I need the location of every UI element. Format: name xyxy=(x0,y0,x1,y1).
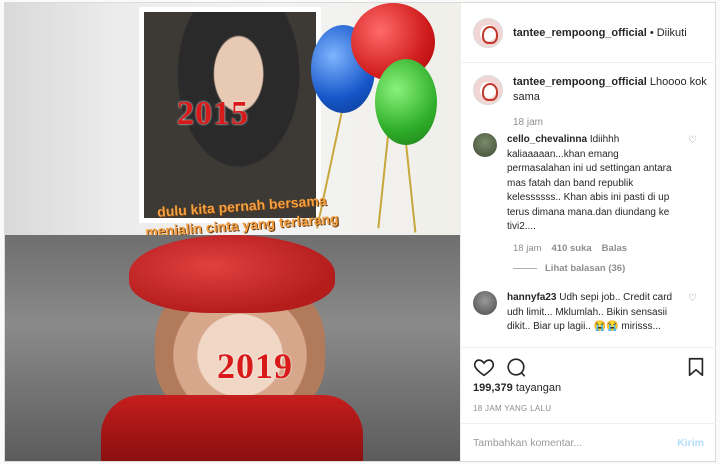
views-label: tayangan xyxy=(515,382,562,394)
post-header: tantee_rempoong_official • Diikuti xyxy=(461,3,716,63)
comment-meta: 18 jam 410 suka Balas xyxy=(513,243,627,254)
comments-list[interactable]: tantee_rempoong_official Lhoooo kok sama… xyxy=(461,63,716,347)
comment-text-block: hannyfa23 Udh sepi job.. Credit card udh… xyxy=(507,291,683,335)
header-username[interactable]: tantee_rempoong_official xyxy=(513,27,647,39)
avatar[interactable] xyxy=(473,133,497,157)
comment-item: cello_chevalinna Idiihhh kaliaaaaan...kh… xyxy=(473,133,711,235)
comment-input[interactable] xyxy=(473,436,653,449)
like-heart-icon[interactable]: ♡ xyxy=(688,135,697,146)
green-balloon xyxy=(375,59,437,145)
photo-2019: 2019 xyxy=(5,235,460,461)
divider-line xyxy=(513,268,537,269)
avatar[interactable] xyxy=(473,291,497,315)
views-count[interactable]: 199,379 tayangan xyxy=(473,382,561,394)
comment-time: 18 jam xyxy=(513,243,542,254)
caption: tantee_rempoong_official Lhoooo kok sama xyxy=(473,75,708,105)
post-comment-button[interactable]: Kirim xyxy=(677,437,704,449)
post-actions: 199,379 tayangan 18 JAM YANG LALU xyxy=(461,347,716,423)
post-side-panel: tantee_rempoong_official • Diikuti tante… xyxy=(460,3,716,461)
photo-2015: 2015 dulu kita pernah bersama menjalin c… xyxy=(5,3,460,240)
heart-icon[interactable] xyxy=(473,356,495,378)
views-number: 199,379 xyxy=(473,382,513,394)
year-label-2019: 2019 xyxy=(217,346,293,386)
comment-username[interactable]: cello_chevalinna xyxy=(507,134,587,145)
avatar[interactable] xyxy=(473,75,503,105)
view-replies-label: Lihat balasan (36) xyxy=(545,263,626,274)
balloon-string xyxy=(405,142,417,233)
comment-text-block: cello_chevalinna Idiihhh kaliaaaaan...kh… xyxy=(507,133,683,235)
year-label-2015: 2015 xyxy=(177,95,249,132)
like-heart-icon[interactable]: ♡ xyxy=(688,293,697,304)
separator-dot: • xyxy=(649,26,654,39)
bookmark-icon[interactable] xyxy=(685,356,707,378)
reply-button[interactable]: Balas xyxy=(602,243,627,254)
view-replies-button[interactable]: Lihat balasan (36) xyxy=(513,263,625,274)
comment-icon[interactable] xyxy=(505,356,527,378)
following-button[interactable]: Diikuti xyxy=(657,27,687,39)
avatar[interactable] xyxy=(473,17,503,48)
comment-likes[interactable]: 410 suka xyxy=(552,243,592,254)
comment-item: hannyfa23 Udh sepi job.. Credit card udh… xyxy=(473,291,711,335)
caption-username[interactable]: tantee_rempoong_official xyxy=(513,76,647,88)
post-dialog: 2015 dulu kita pernah bersama menjalin c… xyxy=(4,2,716,462)
post-time: 18 JAM YANG LALU xyxy=(473,404,552,413)
caption-time: 18 jam xyxy=(513,117,544,128)
red-sweater xyxy=(101,395,363,461)
comment-username[interactable]: hannyfa23 xyxy=(507,292,556,303)
post-media[interactable]: 2015 dulu kita pernah bersama menjalin c… xyxy=(5,3,460,461)
add-comment-bar: Kirim xyxy=(461,423,716,461)
red-beret xyxy=(129,235,335,313)
caption-text-block: tantee_rempoong_official Lhoooo kok sama xyxy=(513,75,708,105)
comment-text: Idiihhh kaliaaaaan...khan emang permasal… xyxy=(507,134,672,232)
